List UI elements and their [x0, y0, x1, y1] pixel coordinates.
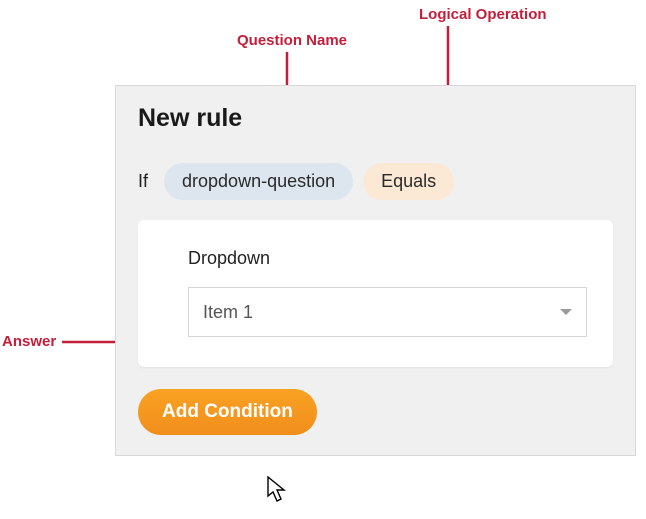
logical-operation-chip[interactable]: Equals	[363, 163, 454, 200]
if-label: If	[138, 171, 148, 192]
annotation-question-name-label: Question Name	[237, 32, 347, 49]
annotation-logical-operation-label: Logical Operation	[419, 6, 547, 23]
answer-dropdown[interactable]: Item 1	[188, 287, 587, 337]
condition-row: If dropdown-question Equals	[138, 163, 613, 200]
answer-field-title: Dropdown	[188, 248, 587, 269]
chevron-down-icon	[560, 309, 572, 315]
mouse-cursor-icon	[267, 476, 289, 502]
answer-card: Dropdown Item 1	[138, 220, 613, 367]
new-rule-panel: New rule If dropdown-question Equals Dro…	[115, 85, 636, 456]
add-condition-button[interactable]: Add Condition	[138, 389, 317, 435]
question-name-chip[interactable]: dropdown-question	[164, 163, 353, 200]
dropdown-selected-value: Item 1	[203, 302, 253, 323]
annotation-answer-label: Answer	[2, 333, 56, 350]
panel-title: New rule	[138, 104, 613, 133]
